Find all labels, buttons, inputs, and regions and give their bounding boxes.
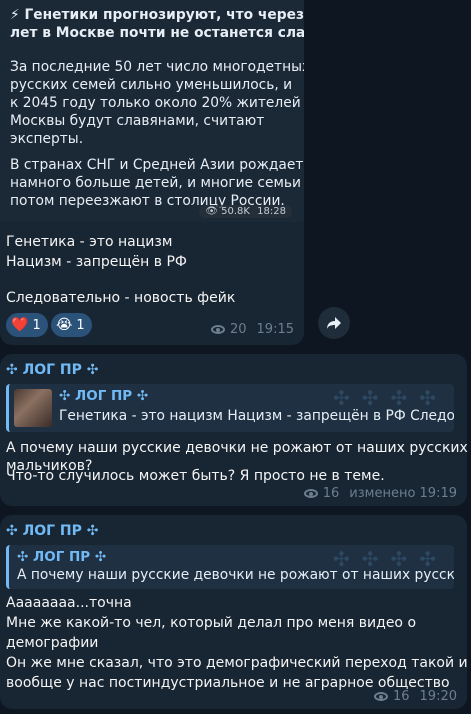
reply-quote[interactable]: ✣✣✣✣ ✣ ЛОГ ПР ✣ Генетика - это нацизм На… [6,384,454,432]
news-line: эксперты. [10,131,84,147]
news-line: ⚡ Генетики прогнозируют, что через 20 [10,7,304,23]
eye-icon [373,692,388,701]
eye-icon: 👁 [205,206,218,217]
message-forwarded-news[interactable]: ⚡ Генетики прогнозируют, что через 20 ле… [0,0,304,345]
heart-icon: ❤️ [11,317,29,333]
message-time: 19:15 [256,322,294,337]
eye-icon [303,489,318,498]
news-line: к 2045 году только около 20% жителей [10,95,301,111]
quote-author: ✣ ЛОГ ПР ✣ [59,388,149,404]
message-meta: 20 19:15 [210,322,294,337]
message-text-line: Нацизм - запрещён в РФ [6,254,187,270]
message-meta: 16 изменено 19:19 [303,486,457,501]
message-author[interactable]: ✣ ЛОГ ПР ✣ [6,523,99,539]
quote-author: ✣ ЛОГ ПР ✣ [17,549,107,565]
message-text-line: Что-то случилось может быть? Я просто не… [6,468,385,484]
crying-face-icon: 😭 [56,317,73,333]
share-arrow-icon [327,317,341,329]
news-line: лет в Москве почти не останется славян [10,25,304,41]
message-reply-2[interactable]: ✣ ЛОГ ПР ✣ ✣✣✣✣ ✣ ЛОГ ПР ✣ А почему наши… [0,515,468,709]
message-text-line: Мне же какой-то чел, который делал про м… [6,615,417,631]
views-count: 20 [229,322,247,337]
message-text-line: демографии [6,635,99,651]
message-text-line: Генетика - это нацизм [6,234,173,250]
message-meta: 16 19:20 [373,689,457,704]
news-line: намного больше детей, и многие семьи [10,175,302,191]
reaction-heart[interactable]: ❤️ 1 [6,313,48,337]
message-text-line: Следовательно - новость фейк [6,290,236,306]
eye-icon [210,325,225,334]
quote-text: А почему наши русские девочки не рожают … [17,567,454,583]
message-author[interactable]: ✣ ЛОГ ПР ✣ [6,362,99,378]
edited-status: изменено 19:19 [349,486,457,501]
reply-quote[interactable]: ✣✣✣✣ ✣ ЛОГ ПР ✣ А почему наши русские де… [6,545,454,589]
news-line: В странах СНГ и Средней Азии рождается [10,157,304,173]
image-time: 18:28 [257,206,286,217]
news-line: Москвы будут славянами, считают [10,113,265,129]
image-meta: 👁 50.8K 18:28 [199,205,292,218]
reaction-count: 1 [32,317,41,333]
message-time: 19:20 [419,689,457,704]
message-reply-1[interactable]: ✣ ЛОГ ПР ✣ ✣✣✣✣ ✣ ЛОГ ПР ✣ Генетика - эт… [0,354,468,506]
message-text-line: Он же мне сказал, что это демографически… [6,655,468,671]
quote-thumbnail [14,389,52,427]
message-text-line: Аааааааа...точна [6,595,132,611]
views-count: 16 [392,689,410,704]
reaction-crying[interactable]: 😭 1 [51,313,92,337]
news-line: русских семей сильно уменьшилось, и [10,77,293,93]
share-button[interactable] [318,307,350,339]
reaction-count: 1 [76,317,85,333]
views-count: 16 [322,486,340,501]
quote-text: Генетика - это нацизм Нацизм - запрещён … [59,408,454,424]
image-views: 50.8K [221,206,250,217]
news-image[interactable]: ⚡ Генетики прогнозируют, что через 20 ле… [0,0,304,222]
news-line: За последние 50 лет число многодетных [10,59,304,75]
